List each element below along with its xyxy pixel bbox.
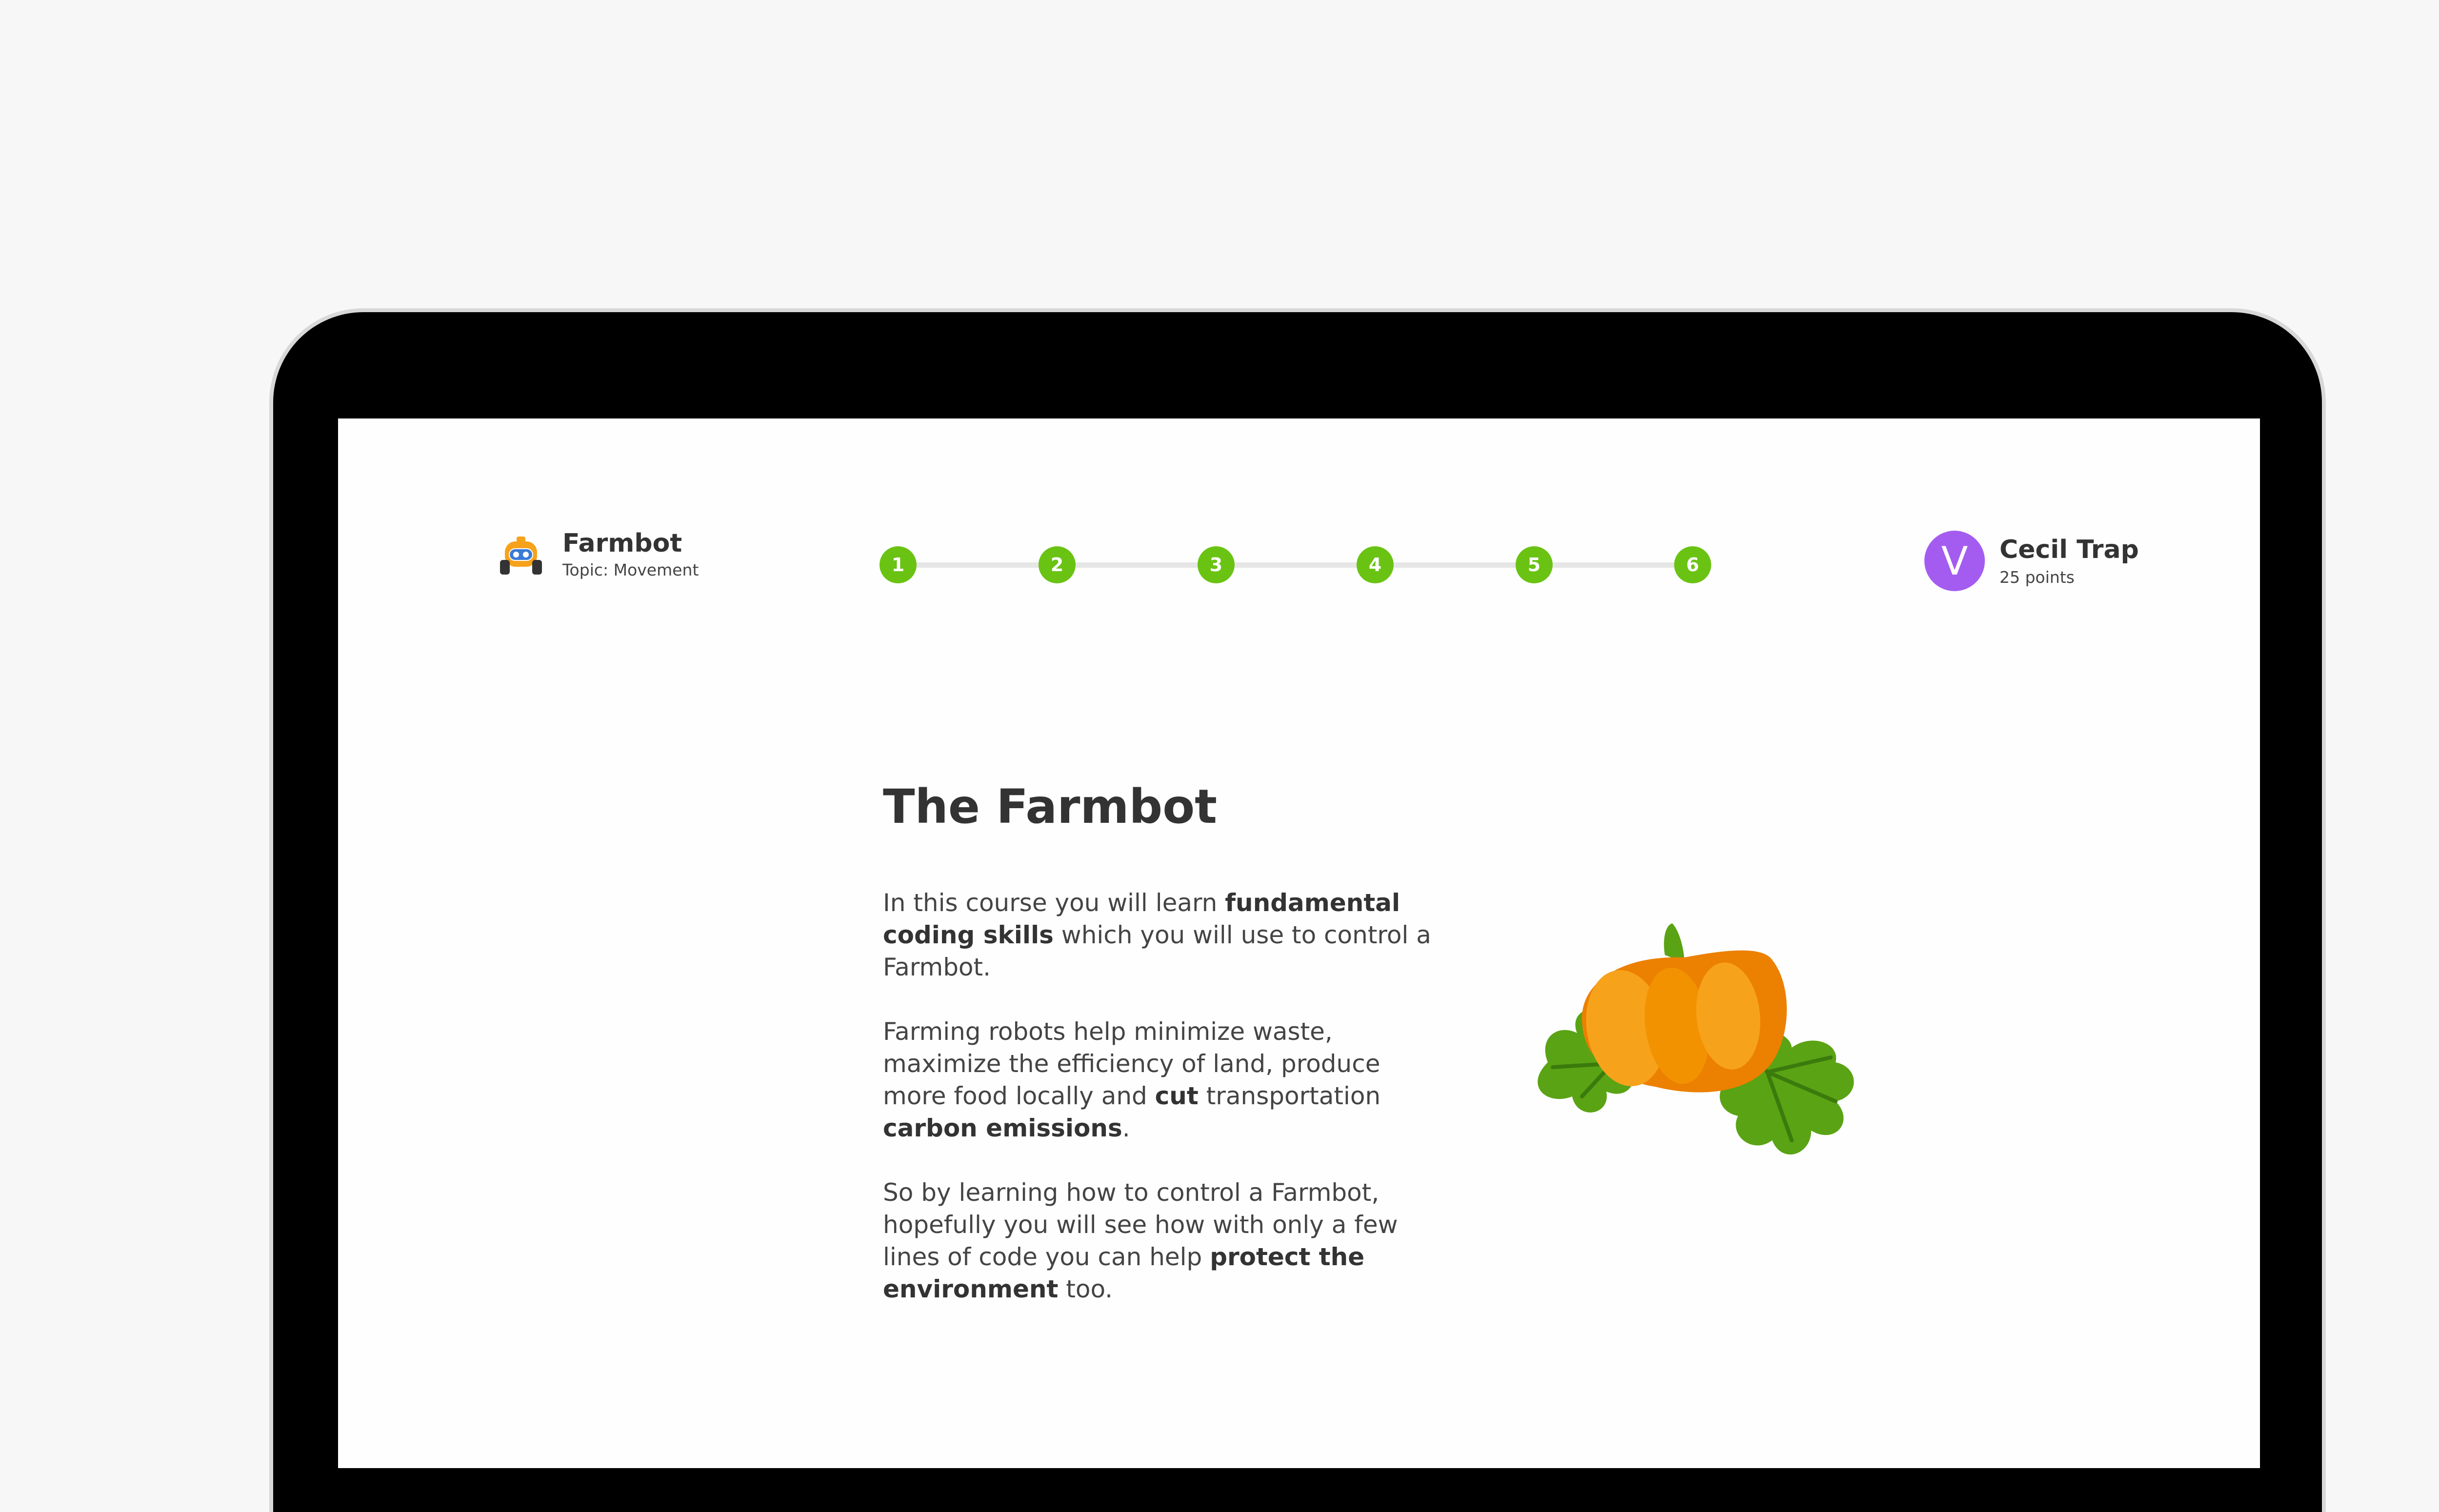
course-header[interactable]: Farmbot Topic: Movement	[499, 531, 699, 578]
course-title: Farmbot	[562, 529, 682, 558]
user-points: 25 points	[1999, 567, 2075, 587]
step-2[interactable]: 2	[1039, 546, 1076, 583]
lesson-paragraph-2: Farming robots help minimize waste, maxi…	[883, 1015, 1434, 1144]
user-name: Cecil Trap	[1999, 535, 2139, 564]
farmbot-robot-icon	[500, 536, 542, 575]
p2-bold-1: cut	[1155, 1082, 1199, 1110]
pumpkin-illustration	[1538, 923, 1854, 1154]
step-4[interactable]: 4	[1357, 546, 1394, 583]
progress-stepper: 1 2 3 4 5 6	[880, 546, 1711, 583]
step-6[interactable]: 6	[1674, 546, 1711, 583]
p2-text-2: transportation	[1198, 1082, 1381, 1110]
pumpkin-icon	[1582, 950, 1787, 1093]
p1-text-1: In this course you will learn	[883, 889, 1225, 917]
step-1[interactable]: 1	[880, 546, 917, 583]
p2-bold-2: carbon emissions	[883, 1114, 1122, 1142]
p3-text-2: too.	[1058, 1275, 1113, 1303]
progress-track	[898, 562, 1693, 568]
step-3[interactable]: 3	[1198, 546, 1235, 583]
step-5[interactable]: 5	[1516, 546, 1553, 583]
app-screen: Farmbot Topic: Movement 1 2 3 4 5 6 V Ce…	[338, 418, 2260, 1468]
lesson-paragraph-1: In this course you will learn fundamenta…	[883, 887, 1434, 983]
pumpkin-stem-icon	[1664, 923, 1684, 962]
avatar[interactable]: V	[1924, 531, 1985, 591]
lesson-body: In this course you will learn fundamenta…	[883, 887, 1434, 1337]
lesson-paragraph-3: So by learning how to control a Farmbot,…	[883, 1176, 1434, 1305]
course-topic: Topic: Movement	[562, 560, 699, 579]
p2-text-3: .	[1122, 1114, 1130, 1142]
lesson-title: The Farmbot	[883, 779, 1218, 834]
user-profile[interactable]: V Cecil Trap 25 points	[1924, 531, 2139, 591]
